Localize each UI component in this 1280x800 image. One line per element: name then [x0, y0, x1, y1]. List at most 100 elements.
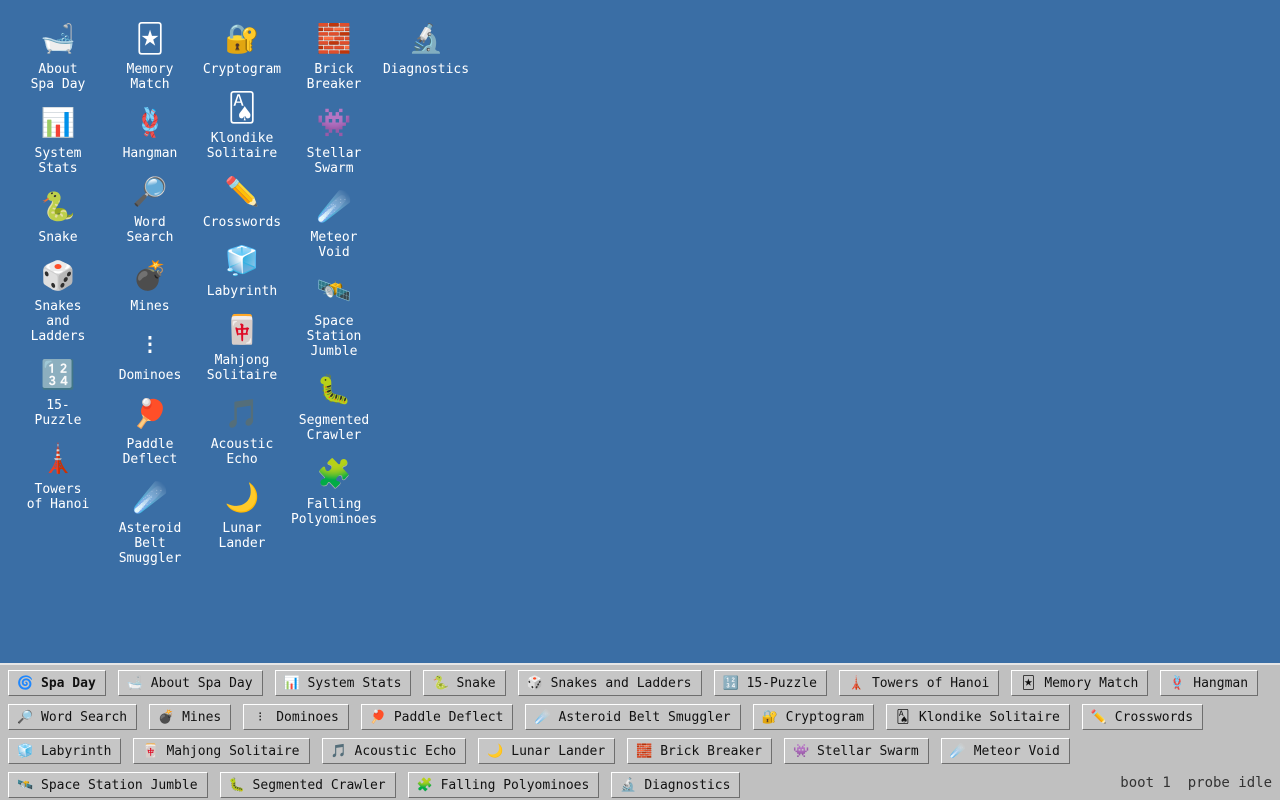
desktop-icon-label: Meteor Void — [310, 230, 358, 260]
taskbar-button-label: Acoustic Echo — [354, 743, 457, 759]
desktop-icon-space-station-jumble[interactable]: 🛰️ Space Station Jumble — [288, 274, 380, 359]
taskbar: boot 1 probe idle 🌀 Spa Day 🛁 About Spa Day… — [0, 663, 1280, 800]
desktop-icon-meteor-void[interactable]: ☄️ Meteor Void — [288, 190, 380, 260]
taskbar-button-label: Snakes and Ladders — [550, 675, 692, 691]
taskbar-button-snake[interactable]: 🐍 Snake — [423, 670, 506, 696]
taskbar-button-label: Lunar Lander — [511, 743, 606, 759]
desktop-icon-hangman[interactable]: 🪢 Hangman — [104, 106, 196, 161]
taskbar-button-stellar-swarm[interactable]: 👾 Stellar Swarm — [783, 738, 929, 764]
desktop-icon-system-stats[interactable]: 📊 System Stats — [12, 106, 104, 176]
desktop-icon-diagnostics[interactable]: 🔬 Diagnostics — [380, 22, 472, 77]
desktop-icon-cryptogram[interactable]: 🔐 Cryptogram — [196, 22, 288, 77]
desktop-icon-column: 🧱 Brick Breaker 👾 Stellar Swarm ☄️ Meteor Voi… — [288, 22, 380, 541]
desktop-icon-brick-breaker[interactable]: 🧱 Brick Breaker — [288, 22, 380, 92]
desktop-icon-segmented-crawler[interactable]: 🐛 Segmented Crawler — [288, 373, 380, 443]
taskbar-button-memory-match[interactable]: 🃏 Memory Match — [1011, 670, 1149, 696]
space-station-jumble-icon: 🛰️ — [17, 777, 34, 793]
taskbar-button-label: Paddle Deflect — [393, 709, 504, 725]
desktop-icon-label: Mahjong Solitaire — [206, 353, 278, 383]
taskbar-button-dominoes[interactable]: ⁝ Dominoes — [243, 704, 349, 730]
taskbar-button-15-puzzle[interactable]: 🔢 15-Puzzle — [713, 670, 827, 696]
taskbar-row: 🌀 Spa Day 🛁 About Spa Day 📊 System Stats 🐍 Snak… — [8, 670, 1259, 696]
taskbar-button-hangman[interactable]: 🪢 Hangman — [1160, 670, 1259, 696]
desktop-icon-memory-match[interactable]: 🃏 Memory Match — [104, 22, 196, 92]
taskbar-button-mines[interactable]: 💣 Mines — [149, 704, 232, 730]
desktop-icon-label: Word Search — [126, 215, 174, 245]
desktop-icon-label: Paddle Deflect — [122, 437, 178, 467]
mahjong-tile-icon: 🀄 — [224, 313, 260, 346]
desktop-icon-dominoes[interactable]: ⁝ Dominoes — [104, 328, 196, 383]
taskbar-button-diagnostics[interactable]: 🔬 Diagnostics — [611, 772, 741, 798]
desktop-icon-snakes-and-ladders[interactable]: 🎲 Snakes and Ladders — [12, 259, 104, 344]
taskbar-button-snakes-and-ladders[interactable]: 🎲 Snakes and Ladders — [517, 670, 702, 696]
segmented-crawler-icon: 🐛 — [228, 777, 245, 793]
desktop-icon-stellar-swarm[interactable]: 👾 Stellar Swarm — [288, 106, 380, 176]
hangman-icon: 🪢 — [1169, 675, 1186, 691]
desktop-icon-word-search[interactable]: 🔎 Word Search — [104, 175, 196, 245]
15-puzzle-icon: 🔢 — [722, 675, 739, 691]
desktop-icon-snake[interactable]: 🐍 Snake — [12, 190, 104, 245]
desktop-icon-asteroid-belt-smuggler[interactable]: ☄️ Asteroid Belt Smuggler — [104, 481, 196, 566]
crescent-moon-icon: 🌙 — [224, 481, 260, 514]
desktop-icon-towers-of-hanoi[interactable]: 🗼 Towers of Hanoi — [12, 442, 104, 512]
status-text: boot 1 probe idle — [1120, 775, 1272, 791]
taskbar-button-towers-of-hanoi[interactable]: 🗼 Towers of Hanoi — [838, 670, 1000, 696]
joker-card-icon: 🃏 — [135, 22, 165, 55]
desktop-icon-label: System Stats — [34, 146, 82, 176]
start-button[interactable]: 🌀 Spa Day — [8, 670, 106, 696]
taskbar-button-label: Klondike Solitaire — [918, 709, 1060, 725]
taskbar-button-lunar-lander[interactable]: 🌙 Lunar Lander — [478, 738, 616, 764]
desktop-icon-paddle-deflect[interactable]: 🏓 Paddle Deflect — [104, 397, 196, 467]
pencil-icon: ✏️ — [224, 175, 260, 208]
lunar-lander-icon: 🌙 — [487, 743, 504, 759]
desktop-icon-klondike-solitaire[interactable]: 🂡 Klondike Solitaire — [196, 91, 288, 161]
taskbar-button-crosswords[interactable]: ✏️ Crosswords — [1081, 704, 1204, 730]
taskbar-button-label: Falling Polyominoes — [440, 777, 590, 793]
desktop-icon-label: Towers of Hanoi — [26, 482, 90, 512]
desktop-icon-crosswords[interactable]: ✏️ Crosswords — [196, 175, 288, 230]
playing-card-icon: 🂡 — [227, 91, 257, 124]
taskbar-button-space-station-jumble[interactable]: 🛰️ Space Station Jumble — [8, 772, 208, 798]
desktop-icon-acoustic-echo[interactable]: 🎵 Acoustic Echo — [196, 397, 288, 467]
taskbar-button-acoustic-echo[interactable]: 🎵 Acoustic Echo — [321, 738, 467, 764]
taskbar-button-labyrinth[interactable]: 🧊 Labyrinth — [8, 738, 122, 764]
taskbar-button-label: System Stats — [307, 675, 402, 691]
system-stats-icon: 📊 — [283, 675, 300, 691]
taskbar-button-meteor-void[interactable]: ☄️ Meteor Void — [940, 738, 1070, 764]
taskbar-button-paddle-deflect[interactable]: 🏓 Paddle Deflect — [360, 704, 514, 730]
desktop-icon-label: Acoustic Echo — [210, 437, 274, 467]
taskbar-button-label: Brick Breaker — [660, 743, 762, 759]
desktop-icon-label: Cryptogram — [202, 62, 282, 77]
taskbar-button-asteroid-belt-smuggler[interactable]: ☄️ Asteroid Belt Smuggler — [525, 704, 741, 730]
taskbar-button-word-search[interactable]: 🔎 Word Search — [8, 704, 138, 730]
taskbar-button-system-stats[interactable]: 📊 System Stats — [274, 670, 412, 696]
word-search-icon: 🔎 — [17, 709, 34, 725]
taskbar-button-label: Stellar Swarm — [816, 743, 919, 759]
taskbar-button-cryptogram[interactable]: 🔐 Cryptogram — [752, 704, 874, 730]
desktop-icon-label: 15- Puzzle — [34, 398, 82, 428]
taskbar-button-label: Asteroid Belt Smuggler — [558, 709, 731, 725]
taskbar-button-klondike-solitaire[interactable]: 🂡 Klondike Solitaire — [885, 704, 1070, 730]
brick-icon: 🧱 — [316, 22, 352, 55]
klondike-solitaire-icon: 🂡 — [896, 709, 910, 725]
taskbar-button-about-spa-day[interactable]: 🛁 About Spa Day — [117, 670, 263, 696]
taskbar-button-segmented-crawler[interactable]: 🐛 Segmented Crawler — [219, 772, 396, 798]
desktop-icon-label: Space Station Jumble — [306, 314, 362, 359]
taskbar-button-label: Word Search — [41, 709, 128, 725]
desktop-icon-lunar-lander[interactable]: 🌙 Lunar Lander — [196, 481, 288, 551]
desktop-icon-about-spa-day[interactable]: 🛁 About Spa Day — [12, 22, 104, 92]
locked-key-icon: 🔐 — [224, 22, 260, 55]
ping-pong-icon: 🏓 — [132, 397, 168, 430]
taskbar-button-brick-breaker[interactable]: 🧱 Brick Breaker — [627, 738, 772, 764]
labyrinth-icon: 🧊 — [17, 743, 34, 759]
taskbar-button-falling-polyominoes[interactable]: 🧩 Falling Polyominoes — [407, 772, 600, 798]
satellite-icon: 🛰️ — [316, 274, 352, 307]
mines-icon: 💣 — [158, 709, 175, 725]
desktop-icon-falling-polyominoes[interactable]: 🧩 Falling Polyominoes — [288, 457, 380, 527]
taskbar-button-mahjong-solitaire[interactable]: 🀄 Mahjong Solitaire — [133, 738, 310, 764]
desktop-icon-label: Lunar Lander — [218, 521, 266, 551]
desktop-icon-15-puzzle[interactable]: 🔢 15- Puzzle — [12, 358, 104, 428]
desktop-icon-labyrinth[interactable]: 🧊 Labyrinth — [196, 244, 288, 299]
desktop-icon-mines[interactable]: 💣 Mines — [104, 259, 196, 314]
desktop-icon-mahjong-solitaire[interactable]: 🀄 Mahjong Solitaire — [196, 313, 288, 383]
